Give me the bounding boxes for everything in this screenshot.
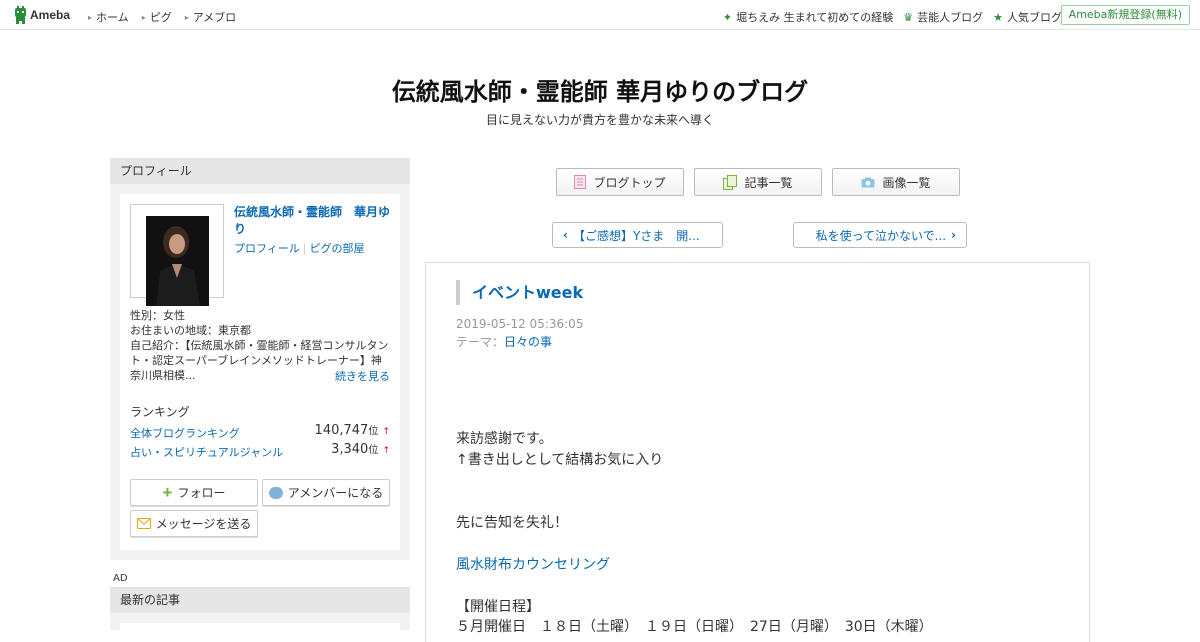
follow-button[interactable]: + フォロー (130, 479, 258, 506)
article-text: 先に告知を失礼！ (456, 515, 568, 531)
article-theme: テーマ：日々の事 (456, 333, 552, 350)
amember-label: アメンバーになる (287, 486, 384, 500)
profile-link[interactable]: プロフィール (234, 242, 300, 255)
ranking-value: 3,340位 ↑ (331, 441, 390, 457)
avatar-photo (146, 216, 209, 306)
popular-blog-label: 人気ブログ (1007, 11, 1062, 24)
profile-region: お住まいの地域：東京都 (130, 324, 251, 337)
plus-icon: + (162, 483, 173, 502)
profile-heading: プロフィール (110, 158, 410, 184)
register-button[interactable]: Ameba新規登録(無料) (1060, 5, 1190, 25)
pigg-room-link[interactable]: ピグの部屋 (310, 242, 365, 255)
popular-blog-link[interactable]: ★ 人気ブログ (993, 9, 1062, 25)
profile-panel: 伝統風水師・霊能師 華月ゆり プロフィール | ピグの部屋 性別：女性 お住まいの地… (110, 184, 410, 560)
trend-up-icon: ↑ (382, 446, 390, 456)
ranking-row: 占い・スピリチュアルジャンル 3,340位 ↑ (130, 441, 390, 459)
article-date: 2019-05-12 05:36:05 (456, 317, 584, 331)
article: イベントweek 2019-05-12 05:36:05 テーマ：日々の事 来訪… (425, 262, 1090, 642)
read-more-link[interactable]: 続きを見る (335, 368, 390, 384)
article-text: ↑書き出しとして結構お気に入り (456, 452, 664, 468)
prev-article-button[interactable]: ‹ 【ご感想】Yさま 開... (552, 222, 723, 248)
trend-up-icon: ↑ (382, 427, 390, 437)
header-right-links: ✦ 堀ちえみ 生まれて初めての経験 ♛ 芸能人ブログ ★ 人気ブログ (723, 9, 1062, 25)
star-icon: ★ (993, 10, 1003, 24)
ranking-unit: 位 (368, 445, 379, 456)
celebrity-blog-link[interactable]: ♛ 芸能人ブログ (903, 9, 983, 25)
theme-link[interactable]: 日々の事 (504, 335, 552, 349)
nav-pigg-label: ピグ (149, 11, 172, 24)
message-label: メッセージを送る (155, 517, 252, 531)
ranking-row: 全体ブログランキング 140,747位 ↑ (130, 422, 390, 440)
trending-label: 堀ちえみ 生まれて初めての経験 (736, 11, 894, 24)
envelope-icon (136, 518, 151, 529)
follow-label: フォロー (177, 486, 226, 500)
chevron-right-icon: ▸ (141, 12, 146, 22)
article-list-label: 記事一覧 (744, 175, 793, 190)
image-list-label: 画像一覧 (882, 175, 931, 190)
theme-label: テーマ： (456, 335, 505, 349)
ranking-number: 3,340 (331, 442, 369, 457)
profile-card: 伝統風水師・霊能師 華月ゆり プロフィール | ピグの部屋 性別：女性 お住まいの地… (120, 194, 400, 550)
amember-button[interactable]: アメンバーになる (262, 479, 390, 506)
ranking-value: 140,747位 ↑ (315, 422, 390, 438)
recent-articles-panel (110, 613, 410, 630)
ranking-unit: 位 (368, 426, 379, 437)
blog-title[interactable]: 伝統風水師・霊能師 華月ゆりのブログ (0, 72, 1200, 107)
ranking-label[interactable]: 全体ブログランキング (130, 425, 240, 441)
global-header: Ameba ▸ ホーム ▸ ピグ ▸ アメブロ ✦ 堀ちえみ 生まれて初めての経験 ♛ 芸… (0, 0, 1200, 30)
chevron-right-icon: ▸ (88, 12, 93, 22)
logo-text: Ameba (30, 8, 71, 22)
avatar[interactable] (130, 204, 224, 306)
global-nav: ▸ ホーム ▸ ピグ ▸ アメブロ (88, 9, 236, 25)
article-text: 来訪感謝です。 (456, 431, 553, 447)
profile-gender: 性別：女性 (130, 309, 185, 322)
document-icon (574, 175, 587, 189)
nav-ameblo-label: アメブロ (192, 11, 237, 24)
nav-home-label: ホーム (96, 11, 129, 24)
article-list-button[interactable]: 記事一覧 (694, 168, 822, 196)
next-article-button[interactable]: 私を使って泣かないで... › (793, 222, 967, 248)
celebrity-blog-label: 芸能人ブログ (917, 11, 984, 24)
chevron-left-icon: ‹ (563, 228, 568, 242)
nav-pigg[interactable]: ▸ ピグ (142, 9, 172, 25)
ranking-label[interactable]: 占い・スピリチュアルジャンル (130, 444, 283, 460)
blog-description: 目に見えない力が貴方を豊かな未来へ導く (485, 113, 714, 127)
prev-article-label: 【ご感想】Yさま 開... (572, 228, 700, 243)
copy-icon (723, 174, 738, 190)
send-message-button[interactable]: メッセージを送る (130, 510, 258, 537)
recent-articles-heading: 最新の記事 (110, 587, 410, 613)
profile-links: プロフィール | ピグの部屋 (234, 240, 365, 256)
ameba-logo[interactable]: Ameba (14, 6, 70, 24)
profile-name[interactable]: 伝統風水師・霊能師 華月ゆり (234, 204, 394, 238)
ad-label: AD (113, 573, 128, 584)
nav-ameblo[interactable]: ▸ アメブロ (185, 9, 236, 25)
article-title[interactable]: イベントweek (456, 280, 583, 305)
image-list-button[interactable]: 画像一覧 (832, 168, 960, 196)
chevron-right-icon: ▸ (184, 12, 189, 22)
ranking-title: ランキング (130, 405, 190, 419)
sparkle-icon: ✦ (722, 10, 733, 24)
ameba-logo-icon (15, 6, 26, 24)
blog-top-label: ブログトップ (593, 175, 666, 190)
camera-icon (861, 177, 875, 187)
crown-icon: ♛ (903, 10, 914, 24)
next-article-label: 私を使って泣かないで... (815, 228, 947, 243)
amember-icon (268, 486, 283, 499)
chevron-right-icon: › (951, 228, 956, 242)
trending-link[interactable]: ✦ 堀ちえみ 生まれて初めての経験 (723, 9, 893, 25)
article-link[interactable]: 風水財布カウンセリング (456, 554, 610, 574)
blog-top-button[interactable]: ブログトップ (556, 168, 684, 196)
ranking-number: 140,747 (314, 423, 369, 438)
nav-home[interactable]: ▸ ホーム (88, 9, 129, 25)
portrait-image (146, 216, 209, 306)
article-text: 【開催日程】 (456, 599, 540, 615)
article-text: ５月開催日 １８日（土曜） １９日（日曜） 27日（月曜） 30日（木曜） (456, 619, 933, 635)
link-divider: | (302, 242, 307, 255)
